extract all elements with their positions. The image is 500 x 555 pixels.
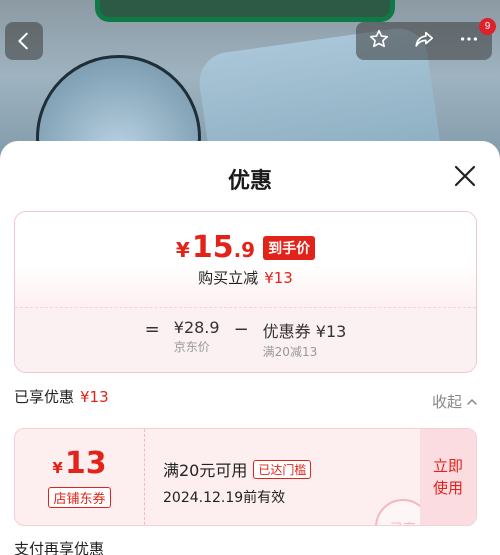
share-icon [415,31,434,47]
message-badge: 9 [479,18,496,35]
shop-coupon-card: ¥ 13 店铺东券 满20元可用 已达门槛 2024.12.19前有效 已享 立… [14,428,477,526]
enjoyed-label: 已享优惠 [14,388,75,406]
reduce-label: 购买立减 [198,269,259,287]
coupon-validity: 2024.12.19前有效 [163,490,286,506]
final-price-integer: 15 [191,230,234,265]
jd-price-label: 京东价 [173,340,210,354]
star-icon [369,29,388,48]
final-price-currency: ¥ [175,238,190,262]
final-price-tag: 到手价 [263,236,316,260]
product-image-frame [95,0,395,22]
coupon-details: 满20元可用 已达门槛 2024.12.19前有效 [163,457,312,507]
coupon-type-badge: 店铺东券 [48,487,111,508]
chevron-up-icon [467,398,477,405]
instant-reduction: 购买立减 ¥13 [15,267,476,288]
coupon-value: 优惠券 ¥13 [262,322,347,341]
coupon-amount-section: ¥ 13 店铺东券 [15,429,145,525]
final-price-decimal: .9 [233,238,256,262]
minus-sign: − [233,319,249,340]
payment-discount-heading: 支付再享优惠 [14,540,105,555]
final-price: ¥ 15 .9 到手价 [15,230,476,265]
price-calculation: = ¥28.9 京东价 − 优惠券 ¥13 满20减13 [15,307,476,372]
back-button[interactable] [5,22,43,60]
reduce-amount: ¥13 [264,269,293,287]
threshold-reached-badge: 已达门槛 [253,459,312,479]
coupon-condition: 满20元可用 [163,461,248,480]
coupon-amount-value: 13 [64,446,107,481]
share-button[interactable] [413,28,435,54]
more-dots-icon [461,37,478,41]
top-actions [356,22,492,60]
favorite-button[interactable] [368,28,390,54]
enjoyed-discount: 已享优惠 ¥13 [14,386,109,407]
close-icon [454,165,476,187]
more-button[interactable] [458,28,480,54]
collapse-button[interactable]: 收起 [432,391,478,412]
discount-sheet: 优惠 ¥ 15 .9 到手价 购买立减 ¥13 = ¥28.9 京东价 − 优惠… [0,141,500,555]
use-now-label: 立即使用 [432,457,463,497]
equals-sign: = [144,319,160,340]
price-summary-card: ¥ 15 .9 到手价 购买立减 ¥13 = ¥28.9 京东价 − 优惠券 ¥1… [14,211,477,373]
coupon-currency: ¥ [52,459,63,477]
coupon-rule: 满20减13 [262,345,318,359]
collapse-label: 收起 [431,393,462,411]
back-arrow-icon [18,32,28,50]
close-button[interactable] [452,163,478,189]
coupon-amount: ¥ 13 [52,446,106,481]
sheet-title: 优惠 [227,169,272,194]
final-price-section: ¥ 15 .9 到手价 购买立减 ¥13 [15,212,476,307]
use-now-button[interactable]: 立即使用 [420,429,476,525]
enjoyed-amount: ¥13 [80,388,109,406]
jd-price: ¥28.9 [173,318,220,337]
